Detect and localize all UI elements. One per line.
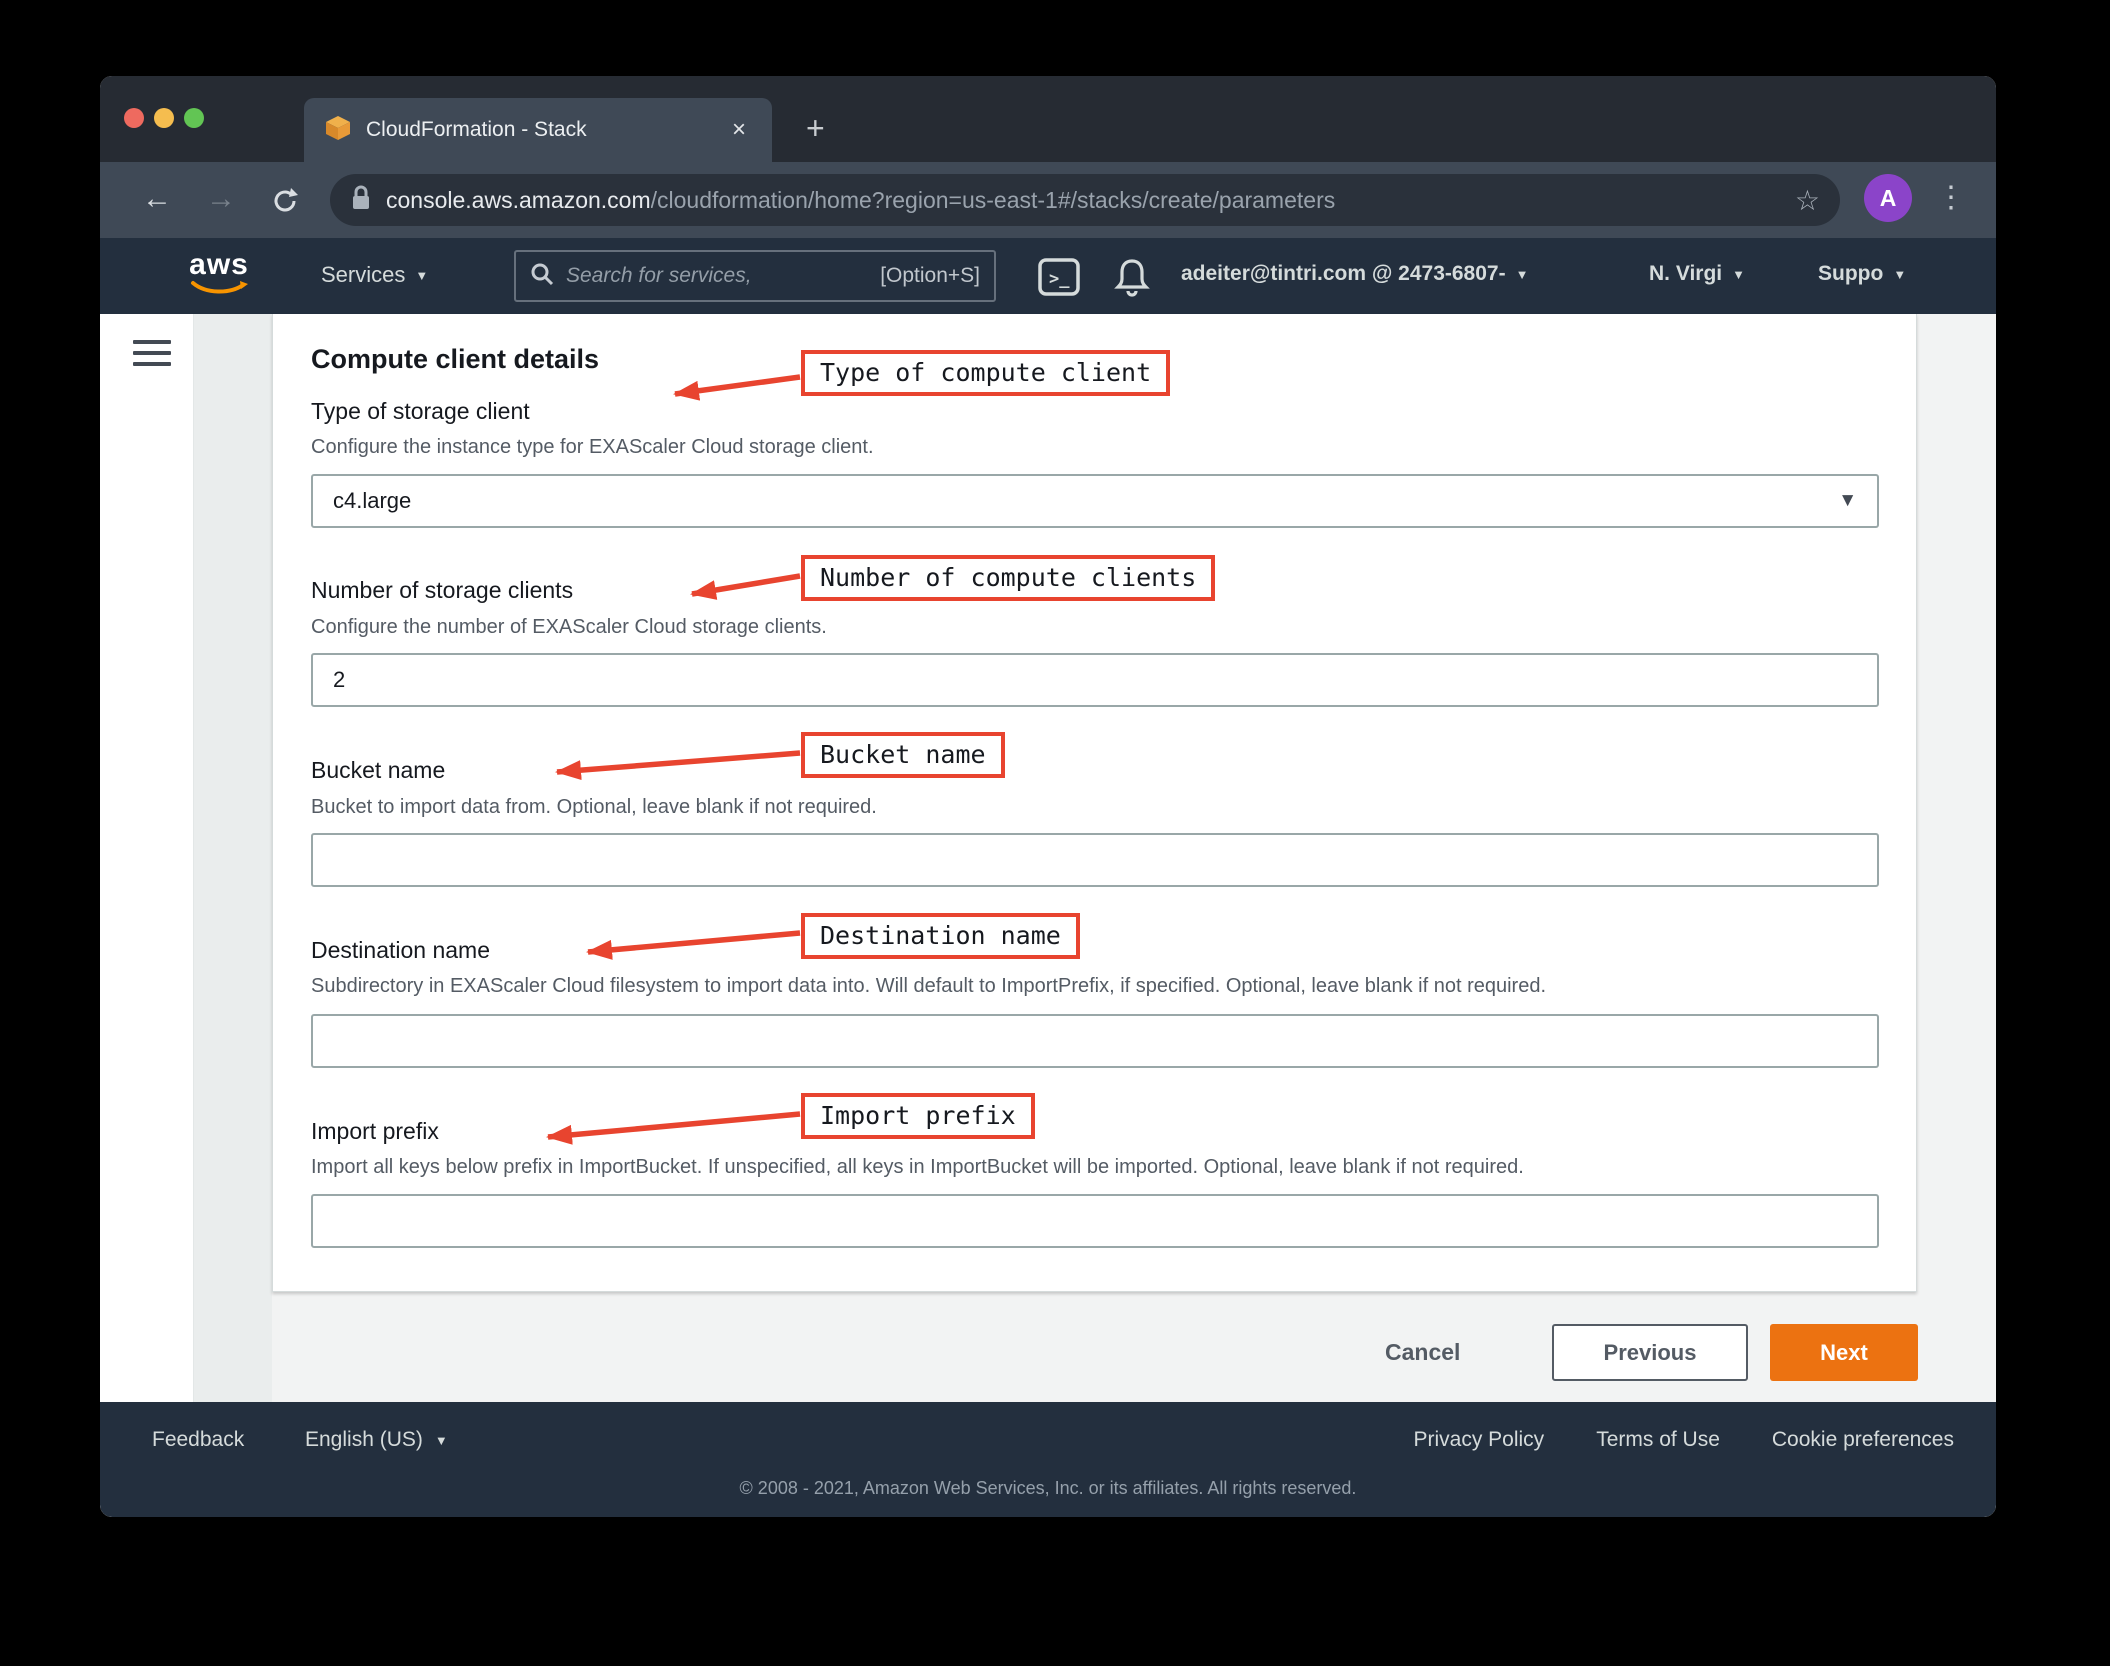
chevron-down-icon: ▼: [1732, 267, 1745, 282]
support-menu[interactable]: Suppo ▼: [1818, 262, 1906, 286]
field-description: Configure the instance type for EXAScale…: [311, 436, 874, 459]
support-label: Suppo: [1818, 262, 1883, 286]
next-button[interactable]: Next: [1770, 1324, 1918, 1381]
field-description: Bucket to import data from. Optional, le…: [311, 796, 877, 819]
field-label: Import prefix: [311, 1118, 439, 1145]
back-icon[interactable]: ←: [142, 184, 172, 214]
services-menu[interactable]: Services ▼: [321, 262, 428, 288]
url-bar[interactable]: console.aws.amazon.com /cloudformation/h…: [330, 174, 1840, 226]
previous-button[interactable]: Previous: [1552, 1324, 1748, 1381]
tab-title: CloudFormation - Stack: [366, 118, 726, 142]
new-tab-icon[interactable]: +: [806, 112, 825, 144]
hamburger-menu-icon[interactable]: [133, 340, 171, 373]
tab-strip: CloudFormation - Stack × +: [100, 76, 1996, 162]
tab-close-icon[interactable]: ×: [726, 116, 752, 144]
screenshot-stage: CloudFormation - Stack × + ← →: [0, 0, 2110, 1666]
profile-avatar[interactable]: A: [1864, 174, 1912, 222]
collapsed-sidebar: [100, 314, 194, 1402]
storage-client-count-input[interactable]: [311, 653, 1879, 707]
browser-toolbar: ← → console.aws.amazon.com /cloudformati…: [100, 162, 1996, 238]
privacy-policy-link[interactable]: Privacy Policy: [1413, 1428, 1544, 1452]
field-label: Bucket name: [311, 757, 445, 784]
language-label: English (US): [305, 1428, 423, 1452]
page-content: Compute client details Type of storage c…: [100, 314, 1996, 1402]
reload-icon[interactable]: [270, 186, 300, 221]
annotation-bucket-name: Bucket name: [801, 732, 1005, 778]
lock-icon: [350, 184, 372, 217]
search-icon: [530, 262, 554, 291]
aws-logo[interactable]: aws: [188, 250, 250, 301]
aws-footer: Feedback English (US) ▼ Privacy Policy T…: [100, 1402, 1996, 1517]
traffic-light-close-icon[interactable]: [124, 108, 144, 128]
feedback-link[interactable]: Feedback: [152, 1428, 244, 1452]
search-placeholder: Search for services,: [566, 264, 868, 288]
notifications-bell-icon[interactable]: [1112, 256, 1152, 303]
traffic-light-zoom-icon[interactable]: [184, 108, 204, 128]
url-path: /cloudformation/home?region=us-east-1#/s…: [651, 187, 1783, 214]
chevron-down-icon: ▼: [415, 268, 428, 283]
field-label: Destination name: [311, 937, 490, 964]
terms-of-use-link[interactable]: Terms of Use: [1596, 1428, 1720, 1452]
aws-logo-text: aws: [188, 250, 250, 280]
aws-smile-icon: [190, 280, 248, 296]
language-menu[interactable]: English (US) ▼: [305, 1428, 448, 1452]
region-label: N. Virgi: [1649, 262, 1722, 286]
region-menu[interactable]: N. Virgi ▼: [1649, 262, 1745, 286]
aws-navbar: aws Services ▼ Search for services, [Opt…: [100, 238, 1996, 314]
services-label: Services: [321, 262, 405, 288]
field-description: Configure the number of EXAScaler Cloud …: [311, 616, 827, 639]
cookie-preferences-link[interactable]: Cookie preferences: [1772, 1428, 1954, 1452]
parameters-panel: Compute client details Type of storage c…: [272, 314, 1917, 1292]
account-menu[interactable]: adeiter@tintri.com @ 2473-6807- ▼: [1181, 262, 1528, 286]
copyright-text: © 2008 - 2021, Amazon Web Services, Inc.…: [100, 1478, 1996, 1499]
chevron-down-icon: ▼: [1893, 267, 1906, 282]
steps-rail: [194, 314, 272, 1402]
field-description: Import all keys below prefix in ImportBu…: [311, 1156, 1524, 1179]
field-label: Type of storage client: [311, 398, 530, 425]
field-label: Number of storage clients: [311, 577, 573, 604]
svg-text:>_: >_: [1049, 269, 1070, 289]
cloudshell-icon[interactable]: >_: [1038, 258, 1080, 301]
url-host: console.aws.amazon.com: [386, 187, 651, 214]
cancel-button[interactable]: Cancel: [1385, 1339, 1460, 1366]
traffic-light-minimize-icon[interactable]: [154, 108, 174, 128]
destination-name-input[interactable]: [311, 1014, 1879, 1068]
section-title: Compute client details: [311, 344, 599, 375]
select-value: c4.large: [333, 488, 1838, 514]
annotation-import-prefix: Import prefix: [801, 1093, 1035, 1139]
browser-window: CloudFormation - Stack × + ← →: [100, 76, 1996, 1517]
browser-menu-icon[interactable]: ⋮: [1936, 180, 1966, 215]
import-prefix-input[interactable]: [311, 1194, 1879, 1248]
select-caret-icon: ▼: [1838, 490, 1857, 512]
browser-tab[interactable]: CloudFormation - Stack ×: [304, 98, 772, 162]
annotation-destination-name: Destination name: [801, 913, 1080, 959]
chevron-down-icon: ▼: [1516, 267, 1529, 282]
bucket-name-input[interactable]: [311, 833, 1879, 887]
annotation-type-of-compute-client: Type of compute client: [801, 350, 1170, 396]
annotation-number-of-compute-clients: Number of compute clients: [801, 555, 1215, 601]
account-label: adeiter@tintri.com @ 2473-6807-: [1181, 262, 1506, 286]
cloudformation-icon: [324, 114, 352, 147]
chevron-down-icon: ▼: [435, 1433, 448, 1448]
storage-client-type-select[interactable]: c4.large ▼: [311, 474, 1879, 528]
field-description: Subdirectory in EXAScaler Cloud filesyst…: [311, 975, 1546, 998]
forward-icon: →: [206, 184, 236, 214]
bookmark-star-icon[interactable]: ☆: [1795, 184, 1820, 217]
search-shortcut-hint: [Option+S]: [880, 264, 980, 288]
service-search-box[interactable]: Search for services, [Option+S]: [514, 250, 996, 302]
